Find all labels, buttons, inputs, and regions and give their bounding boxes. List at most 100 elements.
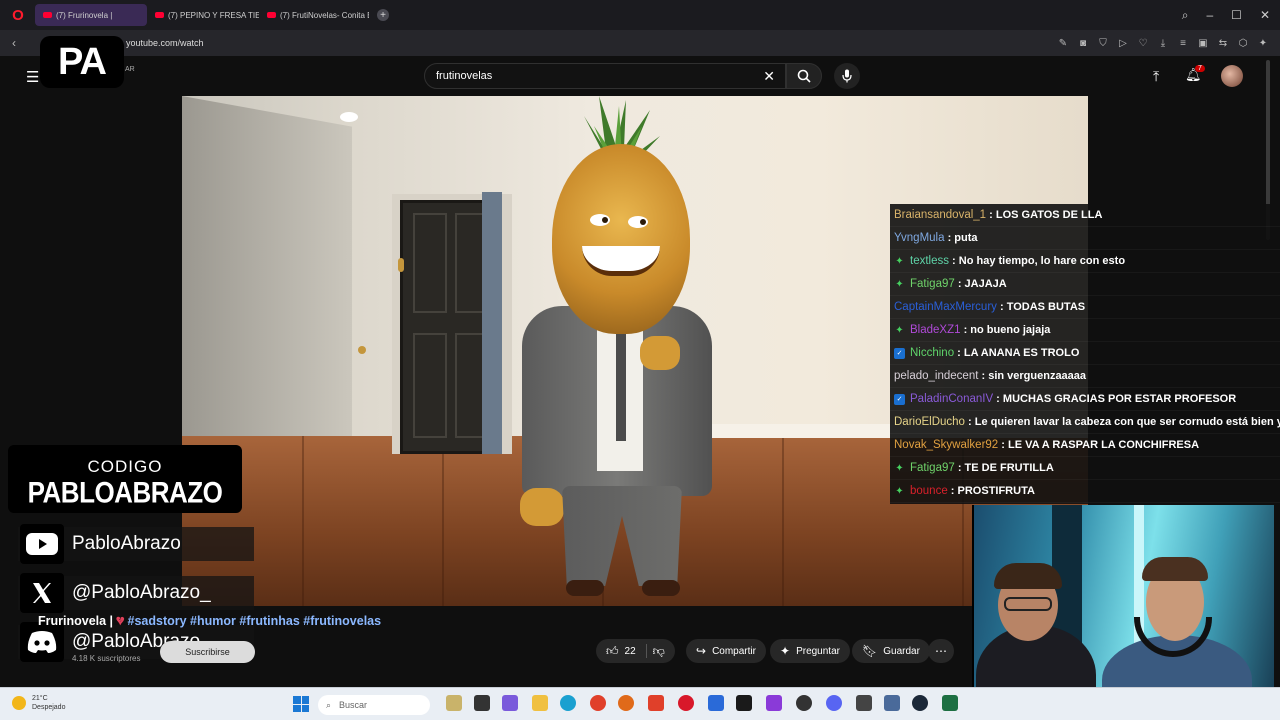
chat-username[interactable]: pelado_indecent — [894, 370, 978, 382]
chat-username[interactable]: textless — [910, 255, 949, 267]
shield-icon[interactable]: ⛉ — [1098, 38, 1108, 49]
opera-icon[interactable]: O — [7, 4, 29, 26]
like-icon[interactable]: 👍︎ — [606, 644, 619, 659]
chat-username[interactable]: DarioElDucho — [894, 416, 965, 428]
video-hashtags[interactable]: #sadstory #humor #frutinhas #frutinovela… — [128, 614, 382, 628]
webcam-overlay — [972, 505, 1274, 714]
chat-text: MUCHAS GRACIAS POR ESTAR PROFESOR — [1002, 393, 1237, 405]
chat-username[interactable]: bounce — [910, 485, 948, 497]
heart-icon[interactable]: ♡ — [1138, 38, 1148, 49]
download-icon[interactable]: ⤓ — [1158, 38, 1168, 49]
minimize-button[interactable]: – — [1206, 8, 1213, 22]
chat-message: ✓ Nicchino : LA ANANA ES TROLO — [890, 342, 1280, 365]
brave-icon[interactable] — [648, 695, 664, 711]
subscribe-button[interactable]: Suscribirse — [160, 641, 255, 663]
search-box[interactable]: frutinovelas ✕ — [424, 63, 786, 89]
browser-tab-strip: O (7) Frurinovela | (7) PEPINO Y FRESA T… — [0, 0, 1280, 30]
more-actions-button[interactable]: ⋯ — [928, 639, 954, 663]
search-input[interactable]: frutinovelas — [436, 70, 492, 82]
ai-icon[interactable]: ✦ — [1258, 38, 1268, 49]
obs-icon[interactable] — [796, 695, 812, 711]
youtube-favicon-icon — [43, 12, 52, 18]
chat-text: Le quieren lavar la cabeza con que ser c… — [974, 416, 1280, 428]
excel-icon[interactable] — [942, 695, 958, 711]
temperature: 21°C — [32, 695, 48, 702]
chat-text: LE VA A RASPAR LA CONCHIFRESA — [1007, 439, 1200, 451]
taskbar-search[interactable]: ⌕ Buscar — [318, 695, 430, 715]
share-button[interactable]: ↪ Compartir — [686, 639, 766, 663]
chat-text: LA ANANA ES TROLO — [963, 347, 1080, 359]
like-count[interactable]: 22 — [625, 646, 636, 657]
new-tab-button[interactable]: + — [377, 9, 389, 21]
dislike-icon[interactable]: 👎︎ — [653, 644, 665, 659]
chrome-icon[interactable] — [590, 695, 606, 711]
steam-icon[interactable] — [912, 695, 928, 711]
chat-message: ✦ BladeXZ1 : no bueno jajaja — [890, 319, 1280, 342]
member-badge-icon: ✦ — [895, 324, 904, 336]
extension-icon[interactable]: ▣ — [1198, 38, 1208, 49]
menu-icon[interactable]: ≡ — [1178, 38, 1188, 49]
clear-search-icon[interactable]: ✕ — [763, 68, 775, 85]
back-arrow-icon[interactable]: ‹ — [12, 36, 16, 50]
voice-search-button[interactable] — [834, 63, 860, 89]
ask-button[interactable]: ✦ Preguntar — [770, 639, 850, 663]
weather-widget[interactable]: 21°C Despejado — [12, 694, 65, 712]
taskbar-app-icon[interactable] — [766, 695, 782, 711]
taskbar-app-icon[interactable] — [708, 695, 724, 711]
chat-username[interactable]: PaladinConanIV — [910, 393, 993, 405]
file-explorer-icon[interactable] — [532, 695, 548, 711]
edit-icon[interactable]: ✎ — [1058, 38, 1068, 49]
tab-frutinovelas[interactable]: (7) FrutiNovelas- Conita E — [259, 4, 369, 26]
chat-message: ✦ textless : No hay tiempo, lo hare con e… — [890, 250, 1280, 273]
tab-frurinovela[interactable]: (7) Frurinovela | — [35, 4, 147, 26]
chat-username[interactable]: Fatiga97 — [910, 278, 955, 290]
chat-username[interactable]: BladeXZ1 — [910, 324, 961, 336]
firefox-icon[interactable] — [618, 695, 634, 711]
chat-username[interactable]: CaptainMaxMercury — [894, 301, 997, 313]
member-badge-icon: ✦ — [895, 462, 904, 474]
chat-text: sin verguenzaaaaa — [988, 370, 1087, 382]
taskbar-app-icon[interactable] — [736, 695, 752, 711]
maximize-button[interactable]: ☐ — [1231, 8, 1242, 22]
chat-username[interactable]: Braiansandoval_1 — [894, 209, 986, 221]
promo-code-value: PABLOABRAZO — [27, 474, 223, 510]
settings-icon[interactable]: ⬡ — [1238, 38, 1248, 49]
close-window-button[interactable]: ✕ — [1260, 8, 1270, 22]
bookmark-icon: 🔖︎ — [862, 644, 878, 658]
tab-pepino[interactable]: (7) PEPINO Y FRESA TIENE — [147, 4, 259, 26]
search-button[interactable] — [786, 63, 822, 89]
url-field[interactable]: youtube.com/watch — [126, 38, 204, 48]
taskbar-app-icon[interactable] — [856, 695, 872, 711]
camera-icon[interactable]: ◙ — [1078, 38, 1088, 49]
opera-taskbar-icon[interactable] — [678, 695, 694, 711]
window-controls: ⌕ – ☐ ✕ — [1182, 0, 1270, 30]
edge-icon[interactable] — [560, 695, 576, 711]
share-icon: ↪ — [696, 644, 707, 658]
chat-username[interactable]: Fatiga97 — [910, 462, 955, 474]
more-icon: ⋯ — [935, 644, 947, 658]
taskbar-app-icon[interactable] — [446, 695, 462, 711]
search-tabs-icon[interactable]: ⌕ — [1182, 8, 1189, 23]
member-badge-icon: ✦ — [895, 485, 904, 497]
account-avatar[interactable] — [1221, 65, 1243, 87]
translate-icon[interactable]: ⇆ — [1218, 38, 1228, 49]
chat-username[interactable]: YvngMula — [894, 232, 945, 244]
taskbar-app-icon[interactable] — [502, 695, 518, 711]
windows-taskbar: 21°C Despejado ⌕ Buscar — [0, 687, 1280, 720]
taskbar-app-icon[interactable] — [884, 695, 900, 711]
windows-start-icon[interactable] — [293, 696, 309, 712]
taskbar-app-icon[interactable] — [474, 695, 490, 711]
broken-heart-icon: 💔︎ — [116, 614, 125, 628]
save-button[interactable]: 🔖︎ Guardar — [852, 639, 930, 663]
chat-text: TODAS BUTAS — [1006, 301, 1086, 313]
youtube-icon — [20, 524, 64, 564]
chat-text: LOS GATOS DE LLA — [995, 209, 1103, 221]
chat-username[interactable]: Nicchino — [910, 347, 954, 359]
hamburger-menu-icon[interactable]: ☰ — [26, 68, 39, 86]
discord-taskbar-icon[interactable] — [826, 695, 842, 711]
play-icon[interactable]: ▷ — [1118, 38, 1128, 49]
chat-message: ✦ Fatiga97 : TE DE FRUTILLA — [890, 457, 1280, 480]
address-bar-icons: ✎ ◙ ⛉ ▷ ♡ ⤓ ≡ ▣ ⇆ ⬡ ✦ — [1058, 30, 1268, 56]
chat-username[interactable]: Novak_Skywalker92 — [894, 439, 998, 451]
create-upload-icon[interactable]: ⤒ — [1153, 68, 1159, 85]
